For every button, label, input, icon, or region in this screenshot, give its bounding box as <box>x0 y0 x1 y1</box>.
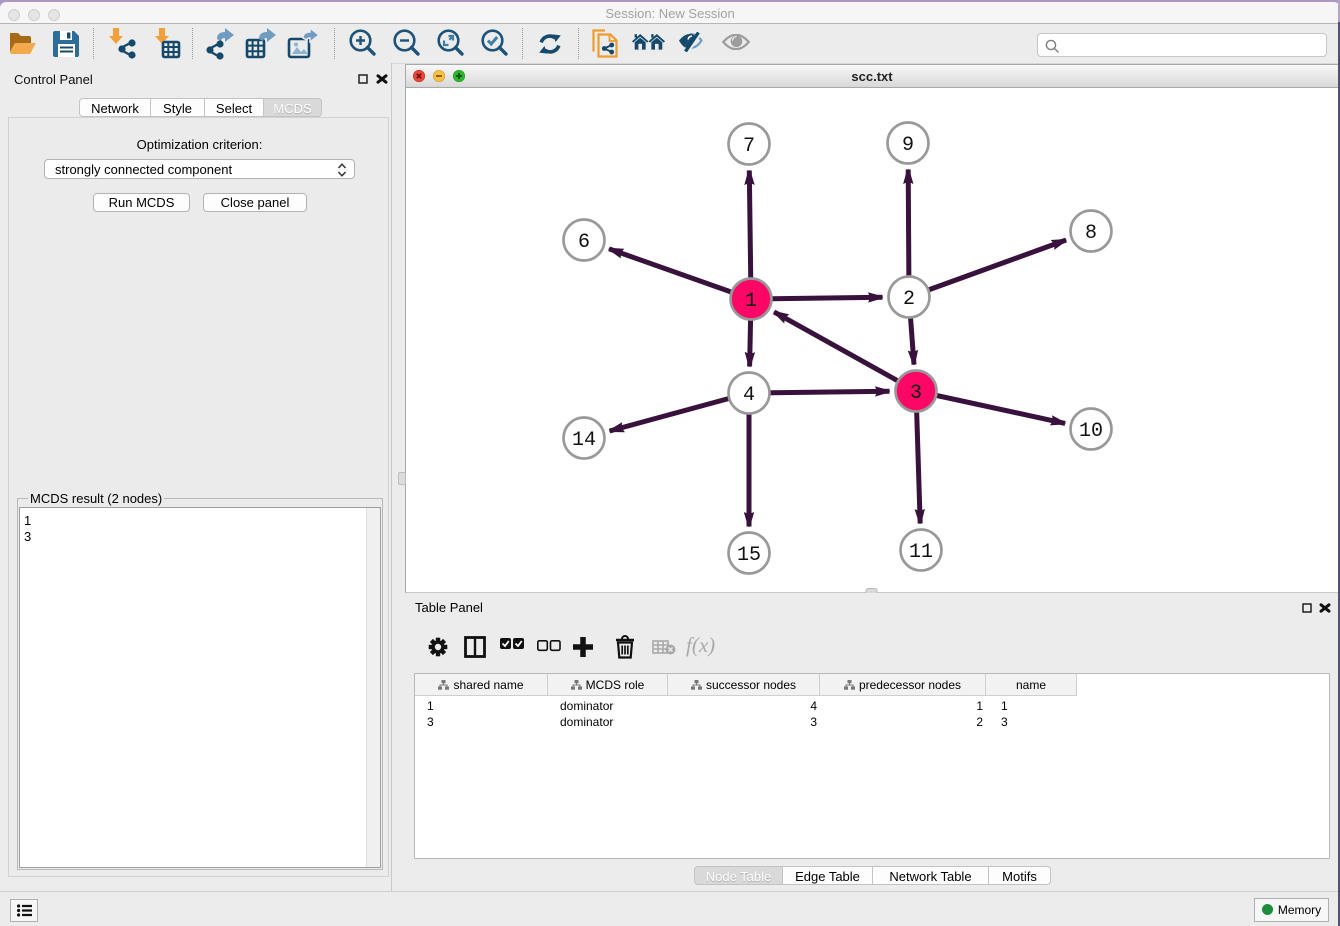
svg-text:14: 14 <box>572 429 596 452</box>
svg-text:8: 8 <box>1085 222 1097 245</box>
svg-text:4: 4 <box>743 384 755 407</box>
svg-text:10: 10 <box>1079 420 1103 443</box>
svg-text:11: 11 <box>909 541 933 564</box>
svg-text:15: 15 <box>737 544 761 567</box>
svg-text:3: 3 <box>910 382 922 405</box>
svg-text:9: 9 <box>902 134 914 157</box>
svg-text:6: 6 <box>578 231 590 254</box>
svg-text:1: 1 <box>745 290 757 313</box>
svg-text:7: 7 <box>743 135 755 158</box>
svg-text:2: 2 <box>903 288 915 311</box>
